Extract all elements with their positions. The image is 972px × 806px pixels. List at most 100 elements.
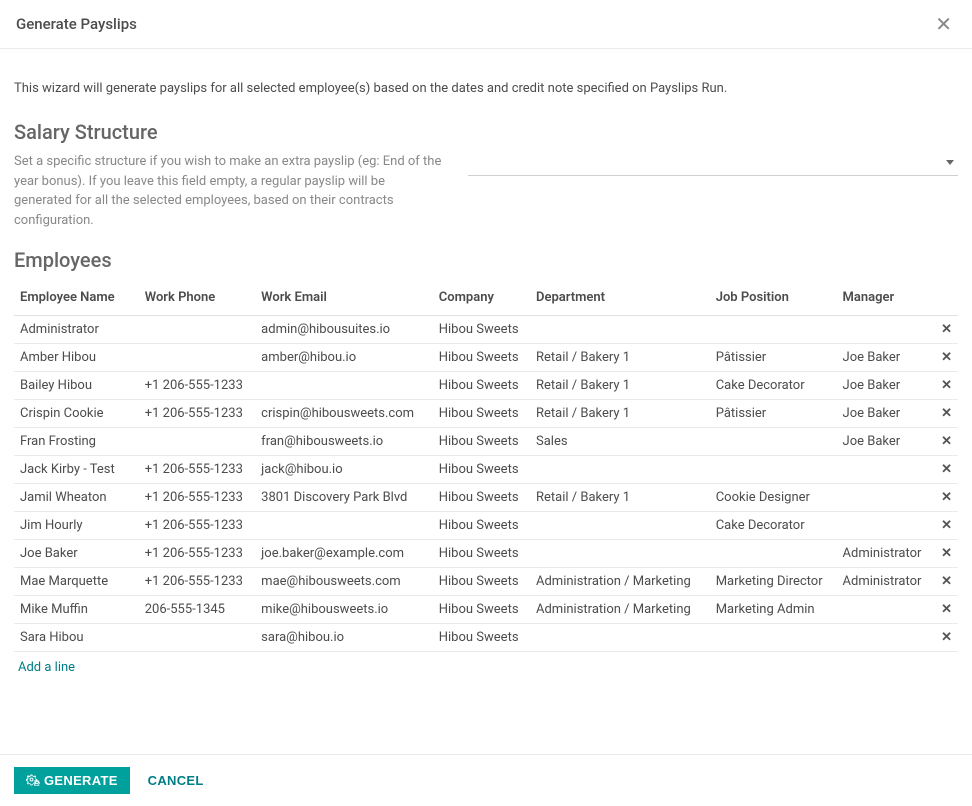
table-row[interactable]: Joe Baker+1 206-555-1233joe.baker@exampl… — [14, 540, 958, 568]
cell-phone[interactable] — [139, 428, 255, 456]
cell-job[interactable]: Pâtissier — [710, 400, 837, 428]
cell-manager[interactable]: Administrator — [837, 568, 933, 596]
cell-email[interactable]: jack@hibou.io — [255, 456, 433, 484]
cell-email[interactable]: admin@hibousuites.io — [255, 316, 433, 344]
salary-structure-select[interactable] — [468, 154, 958, 176]
cell-manager[interactable]: Joe Baker — [837, 428, 933, 456]
delete-row-icon[interactable]: ✕ — [933, 344, 958, 372]
cell-department[interactable] — [530, 512, 710, 540]
cell-department[interactable] — [530, 540, 710, 568]
cell-manager[interactable] — [837, 512, 933, 540]
cell-phone[interactable] — [139, 344, 255, 372]
delete-row-icon[interactable]: ✕ — [933, 372, 958, 400]
cell-name[interactable]: Joe Baker — [14, 540, 139, 568]
delete-row-icon[interactable]: ✕ — [933, 568, 958, 596]
cancel-button[interactable]: CANCEL — [142, 772, 210, 789]
delete-row-icon[interactable]: ✕ — [933, 540, 958, 568]
table-row[interactable]: Bailey Hibou+1 206-555-1233 Hibou SweetsR… — [14, 372, 958, 400]
cell-name[interactable]: Fran Frosting — [14, 428, 139, 456]
cell-company[interactable]: Hibou Sweets — [433, 596, 530, 624]
cell-manager[interactable] — [837, 484, 933, 512]
delete-row-icon[interactable]: ✕ — [933, 400, 958, 428]
delete-row-icon[interactable]: ✕ — [933, 484, 958, 512]
cell-name[interactable]: Jamil Wheaton — [14, 484, 139, 512]
cell-phone[interactable]: +1 206-555-1233 — [139, 484, 255, 512]
cell-name[interactable]: Crispin Cookie — [14, 400, 139, 428]
cell-email[interactable]: fran@hibousweets.io — [255, 428, 433, 456]
cell-phone[interactable] — [139, 316, 255, 344]
cell-job[interactable] — [710, 456, 837, 484]
delete-row-icon[interactable]: ✕ — [933, 624, 958, 652]
cell-manager[interactable] — [837, 596, 933, 624]
cell-manager[interactable]: Joe Baker — [837, 400, 933, 428]
cell-name[interactable]: Administrator — [14, 316, 139, 344]
cell-job[interactable] — [710, 428, 837, 456]
delete-row-icon[interactable]: ✕ — [933, 456, 958, 484]
cell-job[interactable]: Cake Decorator — [710, 512, 837, 540]
table-row[interactable]: Sara Hibousara@hibou.ioHibou Sweets✕ — [14, 624, 958, 652]
cell-email[interactable] — [255, 512, 433, 540]
table-row[interactable]: Mae Marquette+1 206-555-1233mae@hibouswe… — [14, 568, 958, 596]
cell-department[interactable] — [530, 316, 710, 344]
cell-department[interactable]: Retail / Bakery 1 — [530, 372, 710, 400]
cell-phone[interactable] — [139, 624, 255, 652]
cell-department[interactable]: Administration / Marketing — [530, 568, 710, 596]
table-row[interactable]: Crispin Cookie+1 206-555-1233crispin@hib… — [14, 400, 958, 428]
cell-phone[interactable]: +1 206-555-1233 — [139, 400, 255, 428]
table-row[interactable]: Amber Hibou amber@hibou.ioHibou SweetsRet… — [14, 344, 958, 372]
cell-phone[interactable]: +1 206-555-1233 — [139, 512, 255, 540]
table-row[interactable]: Administrator admin@hibousuites.ioHibou S… — [14, 316, 958, 344]
cell-phone[interactable]: +1 206-555-1233 — [139, 540, 255, 568]
cell-name[interactable]: Amber Hibou — [14, 344, 139, 372]
table-row[interactable]: Mike Muffin206-555-1345mike@hibousweets.… — [14, 596, 958, 624]
cell-phone[interactable]: +1 206-555-1233 — [139, 568, 255, 596]
cell-email[interactable]: mike@hibousweets.io — [255, 596, 433, 624]
cell-email[interactable]: sara@hibou.io — [255, 624, 433, 652]
cell-phone[interactable]: +1 206-555-1233 — [139, 456, 255, 484]
delete-row-icon[interactable]: ✕ — [933, 512, 958, 540]
cell-phone[interactable]: 206-555-1345 — [139, 596, 255, 624]
cell-name[interactable]: Sara Hibou — [14, 624, 139, 652]
cell-name[interactable]: Bailey Hibou — [14, 372, 139, 400]
cell-email[interactable]: mae@hibousweets.com — [255, 568, 433, 596]
cell-phone[interactable]: +1 206-555-1233 — [139, 372, 255, 400]
cell-email[interactable]: 3801 Discovery Park Blvd — [255, 484, 433, 512]
cell-department[interactable]: Retail / Bakery 1 — [530, 400, 710, 428]
cell-job[interactable] — [710, 540, 837, 568]
cell-manager[interactable] — [837, 624, 933, 652]
cell-job[interactable]: Cake Decorator — [710, 372, 837, 400]
cell-company[interactable]: Hibou Sweets — [433, 484, 530, 512]
cell-job[interactable]: Marketing Director — [710, 568, 837, 596]
cell-job[interactable]: Marketing Admin — [710, 596, 837, 624]
cell-company[interactable]: Hibou Sweets — [433, 316, 530, 344]
cell-name[interactable]: Mike Muffin — [14, 596, 139, 624]
cell-name[interactable]: Jack Kirby - Test — [14, 456, 139, 484]
cell-name[interactable]: Jim Hourly — [14, 512, 139, 540]
cell-company[interactable]: Hibou Sweets — [433, 428, 530, 456]
cell-email[interactable]: amber@hibou.io — [255, 344, 433, 372]
delete-row-icon[interactable]: ✕ — [933, 428, 958, 456]
delete-row-icon[interactable]: ✕ — [933, 316, 958, 344]
cell-company[interactable]: Hibou Sweets — [433, 400, 530, 428]
cell-company[interactable]: Hibou Sweets — [433, 344, 530, 372]
cell-email[interactable]: joe.baker@example.com — [255, 540, 433, 568]
table-row[interactable]: Jim Hourly+1 206-555-1233 Hibou Sweets Cak… — [14, 512, 958, 540]
cell-company[interactable]: Hibou Sweets — [433, 568, 530, 596]
cell-manager[interactable]: Joe Baker — [837, 372, 933, 400]
delete-row-icon[interactable]: ✕ — [933, 596, 958, 624]
cell-department[interactable]: Sales — [530, 428, 710, 456]
cell-job[interactable] — [710, 624, 837, 652]
cell-email[interactable] — [255, 372, 433, 400]
cell-department[interactable]: Retail / Bakery 1 — [530, 484, 710, 512]
cell-manager[interactable]: Joe Baker — [837, 344, 933, 372]
cell-manager[interactable] — [837, 456, 933, 484]
cell-department[interactable]: Retail / Bakery 1 — [530, 344, 710, 372]
cell-company[interactable]: Hibou Sweets — [433, 512, 530, 540]
cell-department[interactable]: Administration / Marketing — [530, 596, 710, 624]
generate-button[interactable]: GENERATE — [14, 767, 130, 794]
close-icon[interactable]: ✕ — [931, 14, 956, 34]
cell-job[interactable]: Cookie Designer — [710, 484, 837, 512]
cell-job[interactable]: Pâtissier — [710, 344, 837, 372]
cell-company[interactable]: Hibou Sweets — [433, 372, 530, 400]
cell-department[interactable] — [530, 456, 710, 484]
